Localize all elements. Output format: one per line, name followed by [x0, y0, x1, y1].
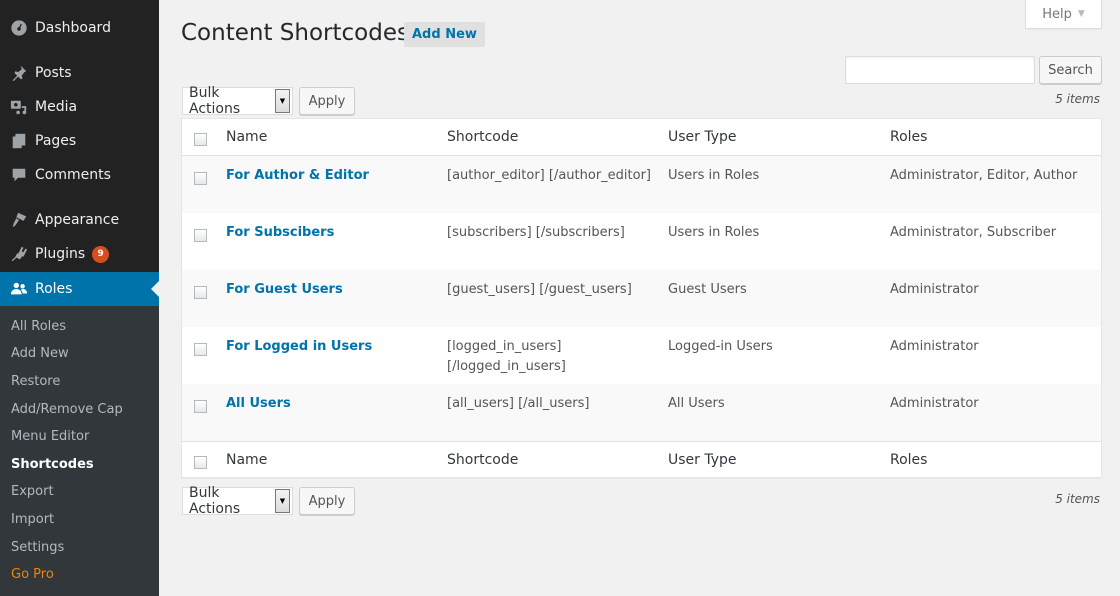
- submenu-menu-editor[interactable]: Menu Editor: [11, 429, 89, 444]
- row-shortcode: [subscribers] [/subscribers]: [447, 225, 625, 240]
- bulk-actions-select-bottom[interactable]: Bulk Actions ▼: [182, 485, 293, 517]
- row-user-type: Guest Users: [668, 282, 747, 297]
- column-header-shortcode: Shortcode: [447, 129, 519, 145]
- admin-sidebar: Dashboard Posts Media Pages Comments App…: [0, 0, 159, 596]
- sidebar-item-pages[interactable]: Pages: [0, 124, 159, 158]
- row-roles: Administrator: [890, 339, 979, 354]
- roles-submenu: All Roles Add New Restore Add/Remove Cap…: [0, 306, 159, 596]
- users-icon: [0, 280, 35, 298]
- sidebar-item-label: Appearance: [35, 212, 120, 228]
- sidebar-item-comments[interactable]: Comments: [0, 158, 159, 192]
- sidebar-item-label: Media: [35, 99, 78, 115]
- caret-down-icon: ▼: [1077, 9, 1085, 19]
- pushpin-icon: [0, 64, 35, 82]
- sidebar-item-label: Dashboard: [35, 20, 111, 36]
- column-footer-shortcode: Shortcode: [447, 452, 519, 468]
- table-header: Name Shortcode User Type Roles: [182, 119, 1101, 156]
- media-icon: [0, 98, 35, 116]
- row-user-type: All Users: [668, 396, 725, 411]
- submenu-export[interactable]: Export: [11, 484, 54, 499]
- sidebar-item-media[interactable]: Media: [0, 90, 159, 124]
- table-footer: Name Shortcode User Type Roles: [182, 441, 1101, 477]
- apply-button-bottom[interactable]: Apply: [299, 487, 355, 515]
- sidebar-item-appearance[interactable]: Appearance: [0, 203, 159, 237]
- submenu-settings[interactable]: Settings: [11, 540, 64, 555]
- shortcodes-table: Name Shortcode User Type Roles For Autho…: [181, 118, 1102, 478]
- row-checkbox[interactable]: [194, 400, 207, 413]
- pages-icon: [0, 132, 35, 150]
- sidebar-item-roles[interactable]: Roles: [0, 272, 159, 306]
- sidebar-item-plugins[interactable]: Plugins 9: [0, 237, 159, 271]
- page-title: Content Shortcodes: [181, 20, 409, 46]
- table-row: For Author & Editor [author_editor] [/au…: [182, 156, 1101, 213]
- dashboard-icon: [0, 19, 35, 37]
- column-footer-name[interactable]: Name: [226, 452, 267, 468]
- sidebar-item-dashboard[interactable]: Dashboard: [0, 11, 159, 45]
- submenu-shortcodes[interactable]: Shortcodes: [11, 457, 94, 472]
- submenu-import[interactable]: Import: [11, 512, 54, 527]
- submenu-add-new[interactable]: Add New: [11, 346, 69, 361]
- items-count-bottom: 5 items: [1055, 492, 1100, 506]
- row-name-link[interactable]: For Author & Editor: [226, 166, 369, 186]
- column-footer-user-type: User Type: [668, 452, 737, 468]
- search-input[interactable]: [845, 56, 1035, 84]
- items-count-top: 5 items: [1055, 92, 1100, 106]
- row-shortcode: [guest_users] [/guest_users]: [447, 282, 632, 297]
- row-shortcode: [logged_in_users] [/logged_in_users]: [447, 339, 566, 374]
- dropdown-arrow-icon: ▼: [275, 489, 290, 513]
- row-checkbox[interactable]: [194, 343, 207, 356]
- help-label: Help: [1042, 6, 1072, 22]
- row-shortcode: [author_editor] [/author_editor]: [447, 168, 651, 183]
- sidebar-item-label: Pages: [35, 133, 77, 149]
- row-user-type: Logged-in Users: [668, 339, 773, 354]
- row-name-link[interactable]: All Users: [226, 394, 291, 414]
- paintbrush-icon: [0, 211, 35, 229]
- submenu-restore[interactable]: Restore: [11, 374, 60, 389]
- table-row: All Users [all_users] [/all_users] All U…: [182, 384, 1101, 441]
- add-new-button[interactable]: Add New: [404, 22, 485, 47]
- row-checkbox[interactable]: [194, 172, 207, 185]
- row-roles: Administrator: [890, 396, 979, 411]
- column-header-roles: Roles: [890, 129, 928, 145]
- row-user-type: Users in Roles: [668, 225, 760, 240]
- row-name-link[interactable]: For Guest Users: [226, 280, 343, 300]
- table-row: For Subscibers [subscribers] [/subscribe…: [182, 213, 1101, 270]
- table-row: For Guest Users [guest_users] [/guest_us…: [182, 270, 1101, 327]
- column-header-user-type: User Type: [668, 129, 737, 145]
- row-roles: Administrator, Subscriber: [890, 225, 1057, 240]
- submenu-add-remove-cap[interactable]: Add/Remove Cap: [11, 402, 123, 417]
- row-shortcode: [all_users] [/all_users]: [447, 396, 590, 411]
- row-checkbox[interactable]: [194, 286, 207, 299]
- bulk-actions-label: Bulk Actions: [189, 85, 241, 117]
- column-footer-roles: Roles: [890, 452, 928, 468]
- submenu-go-pro[interactable]: Go Pro: [11, 567, 54, 582]
- row-name-link[interactable]: For Logged in Users: [226, 337, 372, 357]
- row-user-type: Users in Roles: [668, 168, 760, 183]
- help-tab-button[interactable]: Help ▼: [1025, 0, 1102, 29]
- sidebar-item-label: Plugins: [35, 246, 86, 262]
- row-roles: Administrator, Editor, Author: [890, 168, 1078, 183]
- sidebar-item-label: Posts: [35, 65, 72, 81]
- apply-button-top[interactable]: Apply: [299, 87, 355, 115]
- plugin-icon: [0, 245, 35, 263]
- dropdown-arrow-icon: ▼: [275, 89, 290, 113]
- submenu-all-roles[interactable]: All Roles: [11, 319, 66, 334]
- search-button[interactable]: Search: [1039, 56, 1102, 84]
- sidebar-item-posts[interactable]: Posts: [0, 56, 159, 90]
- row-name-link[interactable]: For Subscibers: [226, 223, 334, 243]
- update-count-badge: 9: [92, 245, 110, 263]
- column-header-name[interactable]: Name: [226, 129, 267, 145]
- row-checkbox[interactable]: [194, 229, 207, 242]
- select-all-checkbox[interactable]: [194, 133, 207, 146]
- table-row: For Logged in Users [logged_in_users] [/…: [182, 327, 1101, 384]
- select-all-checkbox-footer[interactable]: [194, 456, 207, 469]
- bulk-actions-select-top[interactable]: Bulk Actions ▼: [182, 85, 293, 117]
- sidebar-item-label: Roles: [35, 281, 73, 297]
- sidebar-item-label: Comments: [35, 167, 111, 183]
- bulk-actions-label: Bulk Actions: [189, 485, 241, 517]
- row-roles: Administrator: [890, 282, 979, 297]
- comment-icon: [0, 166, 35, 184]
